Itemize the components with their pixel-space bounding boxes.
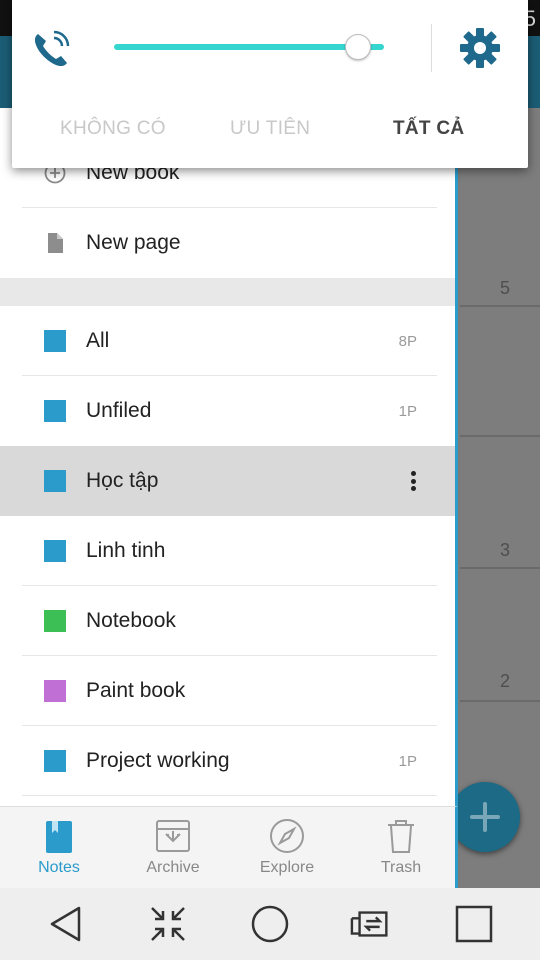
book-item-unfiled[interactable]: Unfiled 1P [0,376,455,446]
book-label: Notebook [86,609,176,632]
tab-label: Trash [380,859,422,876]
home-button[interactable] [248,902,292,946]
ringtone-phone-icon[interactable] [30,28,74,72]
book-color-swatch [44,750,66,772]
book-label: Linh tinh [86,539,166,562]
page-count: 3 [499,540,510,560]
page-icon [48,233,63,253]
back-button[interactable] [44,902,88,946]
archive-icon [156,820,190,852]
tab-label: Notes [38,859,80,876]
tab-archive[interactable]: Archive [116,807,230,889]
book-label: Paint book [86,679,186,702]
divider [431,24,432,72]
add-note-button[interactable] [450,782,520,852]
book-label: Unfiled [86,399,152,422]
book-color-swatch [44,330,66,352]
mode-all-button[interactable]: TẤT CẢ [393,118,464,140]
page-list [460,108,540,888]
book-page-count: 1P [398,402,417,420]
list-divider [460,305,540,307]
tab-trash[interactable]: Trash [344,807,458,889]
volume-slider-track[interactable] [114,44,384,50]
book-item-paint-book[interactable]: Paint book [0,656,455,726]
tab-explore[interactable]: Explore [230,807,344,889]
divider [22,795,437,796]
book-color-swatch [44,470,66,492]
new-page-label: New page [86,231,181,254]
bottom-navigation: Notes Archive Explore Trash [0,806,458,888]
book-label: All [86,329,110,352]
more-options-icon[interactable] [407,468,419,494]
tab-label: Archive [146,859,200,876]
list-divider [460,567,540,569]
volume-slider-thumb[interactable] [345,34,371,60]
mode-none-button[interactable]: KHÔNG CÓ [60,118,166,140]
new-page-item[interactable]: New page [0,208,455,278]
trash-icon [388,820,414,853]
switch-app-button[interactable] [350,902,394,946]
list-divider [460,700,540,702]
book-color-swatch [44,680,66,702]
recents-button[interactable] [452,902,496,946]
book-label: Học tập [86,469,159,492]
book-item-notebook[interactable]: Notebook [0,586,455,656]
recents-square-icon [455,905,493,943]
back-triangle-icon [50,906,81,942]
book-item-hoc-tap[interactable]: Học tập [0,446,455,516]
book-item-linh-tinh[interactable]: Linh tinh [0,516,455,586]
system-navigation-bar [0,888,540,960]
book-page-count: 8P [398,332,417,350]
gear-icon[interactable] [458,26,502,70]
book-item-project-working[interactable]: Project working 1P [0,726,455,796]
book-item-all[interactable]: All 8P [0,306,455,376]
page-count: 2 [499,671,510,691]
plus-icon [470,802,500,832]
compass-icon [270,819,304,853]
sound-quick-panel: KHÔNG CÓ ƯU TIÊN TẤT CẢ [12,0,528,168]
tab-notes[interactable]: Notes [2,807,116,889]
book-color-swatch [44,540,66,562]
home-circle-icon [251,905,289,943]
notes-icon [46,821,72,853]
book-color-swatch [44,400,66,422]
list-divider [460,435,540,437]
collapse-arrows-icon [151,907,185,941]
book-label: Project working [86,749,230,772]
navigation-drawer: New book New page All 8P Unfiled 1P Học … [0,108,458,888]
mode-priority-button[interactable]: ƯU TIÊN [230,118,310,140]
tab-label: Explore [259,859,315,876]
book-page-count: 1P [398,752,417,770]
book-color-swatch [44,610,66,632]
switch-windows-icon [350,911,388,937]
shrink-window-button[interactable] [146,902,190,946]
page-count: 5 [499,278,510,298]
section-divider [0,278,455,306]
